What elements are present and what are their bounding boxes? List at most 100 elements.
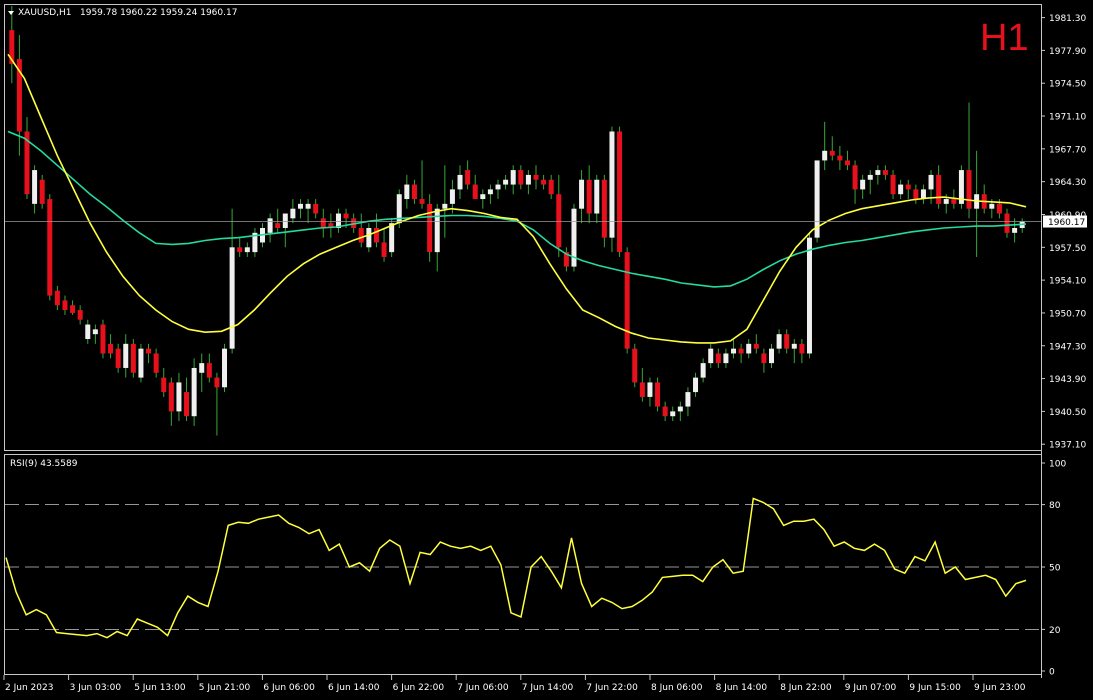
price-tick-label: 1940.50 xyxy=(1049,408,1086,418)
rsi-label: RSI(9) 43.5589 xyxy=(10,459,78,469)
candle-body xyxy=(290,208,296,219)
trading-chart[interactable]: 1981.30 1977.90 1974.50 1971.10 1967.70 1964.… xyxy=(0,0,1093,700)
candle-body xyxy=(108,343,114,354)
candle-body xyxy=(541,179,547,185)
price-tick-label: 1943.90 xyxy=(1049,375,1086,385)
candle-body xyxy=(761,353,767,364)
timeframe-watermark: H1 xyxy=(980,17,1029,59)
candle-body xyxy=(928,174,934,190)
candle-body xyxy=(343,213,349,219)
candle-body xyxy=(647,382,653,397)
candle-body xyxy=(556,194,562,248)
price-tick-label: 1981.30 xyxy=(1049,14,1086,24)
candle-body xyxy=(685,392,691,407)
rsi-panel-frame xyxy=(4,454,1042,675)
candle-body xyxy=(624,252,630,349)
candle-body xyxy=(358,228,364,243)
candle-body xyxy=(548,179,554,195)
candle-body xyxy=(715,353,721,364)
candle-body xyxy=(989,203,995,209)
time-axis: 2 Jun 2023 3 Jun 03:00 5 Jun 13:00 5 Jun 21… xyxy=(3,675,1026,693)
time-tick-label: 5 Jun 21:00 xyxy=(199,683,251,693)
candle-body xyxy=(92,329,98,335)
time-tick-label: 3 Jun 03:00 xyxy=(70,683,122,693)
candle-body xyxy=(731,348,737,354)
candle-body xyxy=(457,174,463,190)
candle-body xyxy=(905,184,911,190)
price-tick-label: 1947.30 xyxy=(1049,342,1086,352)
candle-body xyxy=(313,203,319,214)
candle-body xyxy=(434,208,440,253)
candle-body xyxy=(996,203,1002,214)
ma-fast-line xyxy=(7,53,1027,344)
current-price-label: 1960.17 xyxy=(1048,218,1085,228)
candle-body xyxy=(579,179,585,209)
candle-body xyxy=(320,218,326,228)
candle-body xyxy=(829,150,835,156)
candle-body xyxy=(404,184,410,200)
candle-body xyxy=(191,367,197,417)
candle-body xyxy=(39,179,45,204)
time-tick-label: 5 Jun 13:00 xyxy=(134,683,186,693)
time-tick-label: 8 Jun 22:00 xyxy=(780,683,832,693)
time-tick-label: 9 Jun 07:00 xyxy=(845,683,897,693)
candle-body xyxy=(366,228,372,248)
candle-body xyxy=(875,170,881,175)
rsi-tick-label: 100 xyxy=(1049,460,1066,470)
candle-body xyxy=(594,179,600,214)
candle-body xyxy=(769,348,774,364)
price-tick-label: 1967.70 xyxy=(1049,145,1086,155)
candle-body xyxy=(890,174,896,195)
rsi-tick-label: 20 xyxy=(1049,626,1061,636)
candle-body xyxy=(822,150,828,161)
candle-body xyxy=(677,406,683,412)
candle-body xyxy=(184,392,190,417)
time-tick-label: 2 Jun 2023 xyxy=(5,683,53,693)
candle-body xyxy=(123,343,129,368)
candle-body xyxy=(693,377,699,393)
candle-body xyxy=(936,174,942,204)
candle-body xyxy=(47,199,53,296)
candle-body xyxy=(617,131,623,253)
candle-body xyxy=(487,189,493,195)
chart-menu-triangle-icon[interactable] xyxy=(8,11,14,15)
candle-body xyxy=(852,165,858,190)
price-tick-label: 1954.10 xyxy=(1049,277,1086,287)
candle-body xyxy=(708,348,714,364)
time-tick-label: 9 Jun 23:00 xyxy=(974,683,1026,693)
price-tick-label: 1971.10 xyxy=(1049,113,1086,123)
candle-body xyxy=(898,184,904,195)
candle-body xyxy=(229,247,235,349)
time-tick-label: 6 Jun 06:00 xyxy=(263,683,315,693)
candle-body xyxy=(518,170,524,185)
candle-body xyxy=(305,203,311,209)
candle-body xyxy=(381,242,387,257)
candle-body xyxy=(465,170,471,185)
candle-body xyxy=(32,170,38,204)
candle-body xyxy=(168,382,174,412)
candle-body xyxy=(503,179,509,185)
time-tick-label: 8 Jun 06:00 xyxy=(651,683,703,693)
candle-body xyxy=(495,184,501,190)
candle-body xyxy=(222,348,228,388)
candle-body xyxy=(199,363,205,373)
candle-body xyxy=(161,377,167,393)
candle-body xyxy=(791,343,797,349)
candle-body xyxy=(943,199,949,204)
rsi-tick-label: 80 xyxy=(1049,501,1061,511)
candle-body xyxy=(472,184,478,200)
candle-body xyxy=(70,305,76,313)
candle-body xyxy=(723,353,729,364)
candle-body xyxy=(776,334,782,349)
time-tick-label: 9 Jun 15:00 xyxy=(909,683,961,693)
main-chart-frame xyxy=(4,4,1042,451)
time-tick-label: 6 Jun 14:00 xyxy=(328,683,380,693)
candle-body xyxy=(844,160,850,166)
price-tick-label: 1964.30 xyxy=(1049,178,1086,188)
ma-slow-line xyxy=(7,130,1027,288)
time-tick-label: 7 Jun 22:00 xyxy=(586,683,638,693)
candle-body xyxy=(655,382,661,407)
rsi-line xyxy=(5,497,1027,639)
candle-body xyxy=(282,213,288,228)
candle-body xyxy=(427,203,433,253)
